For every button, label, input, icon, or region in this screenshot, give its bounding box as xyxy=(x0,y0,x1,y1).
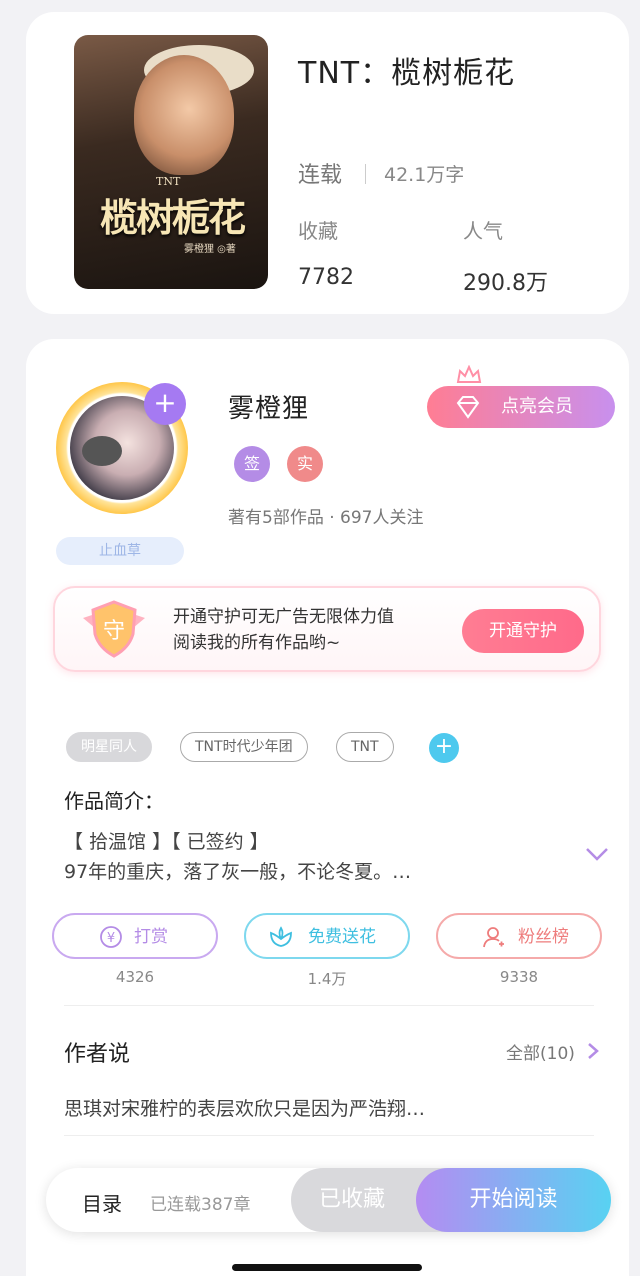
open-guard-button[interactable]: 开通守护 xyxy=(462,609,584,653)
book-status: 连载 xyxy=(298,163,343,188)
diamond-icon xyxy=(456,396,480,419)
guard-description: 开通守护可无广告无限体力值 阅读我的所有作品哟~ xyxy=(173,604,394,656)
author-card: + 止血草 雾橙狸 签 实 著有5部作品 · 697人关注 点亮会员 守 开通守… xyxy=(26,339,629,1276)
popularity-value: 290.8万 xyxy=(463,271,548,296)
signed-badge: 签 xyxy=(234,446,270,482)
tip-button-label: 打赏 xyxy=(134,927,168,947)
chevron-right-icon[interactable] xyxy=(586,1041,600,1061)
tip-count: 4326 xyxy=(115,968,155,986)
book-title: TNT：榄树栀花 xyxy=(298,56,516,91)
word-count: 42.1万字 xyxy=(384,164,465,186)
crown-icon xyxy=(456,365,482,383)
vip-button-label: 点亮会员 xyxy=(501,396,573,417)
yen-icon: ¥ xyxy=(100,926,122,948)
chevron-down-icon[interactable] xyxy=(584,845,610,863)
chapter-count: 已连载387章 xyxy=(150,1195,251,1215)
plant-tag: 止血草 xyxy=(56,537,184,565)
divider xyxy=(64,1135,594,1136)
vip-button[interactable]: 点亮会员 xyxy=(427,386,615,428)
flower-count: 1.4万 xyxy=(307,970,347,988)
flower-icon xyxy=(270,926,292,947)
status-divider xyxy=(365,164,366,184)
verified-badge: 实 xyxy=(287,446,323,482)
author-says-text[interactable]: 思琪对宋雅柠的表层欢欣只是因为严浩翔… xyxy=(64,1094,425,1121)
shield-text: 守 xyxy=(103,619,125,644)
avatar-mask-art xyxy=(82,436,122,466)
cover-portrait-art xyxy=(134,55,234,175)
cover-author: 雾橙狸 ◎著 xyxy=(184,244,236,255)
cover-title: 榄树栀花 xyxy=(99,195,246,240)
add-tag-button[interactable]: + xyxy=(429,733,459,763)
fans-count: 9338 xyxy=(499,968,539,986)
svg-text:¥: ¥ xyxy=(107,931,115,946)
start-reading-button[interactable]: 开始阅读 xyxy=(416,1168,611,1232)
author-says-title: 作者说 xyxy=(64,1042,131,1067)
tip-button[interactable]: ¥ 打赏 xyxy=(52,913,218,959)
book-cover[interactable]: TNT 榄树栀花 雾橙狸 ◎著 xyxy=(74,35,268,289)
follow-plus-button[interactable]: + xyxy=(144,383,186,425)
intro-line-2: 97年的重庆，落了灰一般，不论冬夏。… xyxy=(64,861,412,883)
guard-line-2: 阅读我的所有作品哟~ xyxy=(173,633,341,653)
tag-item[interactable]: TNT时代少年团 xyxy=(180,732,308,762)
home-indicator[interactable] xyxy=(232,1264,422,1271)
divider xyxy=(64,1005,594,1006)
send-flower-button[interactable]: 免费送花 xyxy=(244,913,410,959)
fans-icon xyxy=(483,927,504,948)
tag-item[interactable]: TNT xyxy=(336,732,394,762)
author-name[interactable]: 雾橙狸 xyxy=(228,388,309,425)
guard-banner: 守 开通守护可无广告无限体力值 阅读我的所有作品哟~ 开通守护 xyxy=(53,586,601,672)
collect-value: 7782 xyxy=(298,265,354,290)
book-info-card: TNT 榄树栀花 雾橙狸 ◎著 TNT：榄树栀花 连载 42.1万字 收藏 77… xyxy=(26,12,629,314)
fans-rank-button[interactable]: 粉丝榜 xyxy=(436,913,602,959)
intro-title: 作品简介： xyxy=(64,789,164,813)
bottom-action-bar: 目录 已连载387章 已收藏 开始阅读 xyxy=(46,1168,611,1232)
fans-rank-label: 粉丝榜 xyxy=(518,927,569,947)
author-meta: 著有5部作品 · 697人关注 xyxy=(228,508,424,528)
shield-icon: 守 xyxy=(83,600,145,658)
author-says-all-link[interactable]: 全部(10) xyxy=(506,1039,575,1064)
toc-button[interactable]: 目录 xyxy=(82,1188,122,1217)
intro-line-1: 【 拾温馆 】【 已签约 】 xyxy=(64,831,269,853)
popularity-label: 人气 xyxy=(463,219,503,243)
collect-label: 收藏 xyxy=(298,219,338,243)
send-flower-label: 免费送花 xyxy=(308,927,376,947)
guard-line-1: 开通守护可无广告无限体力值 xyxy=(173,607,394,627)
tag-item[interactable]: 明星同人 xyxy=(66,732,152,762)
